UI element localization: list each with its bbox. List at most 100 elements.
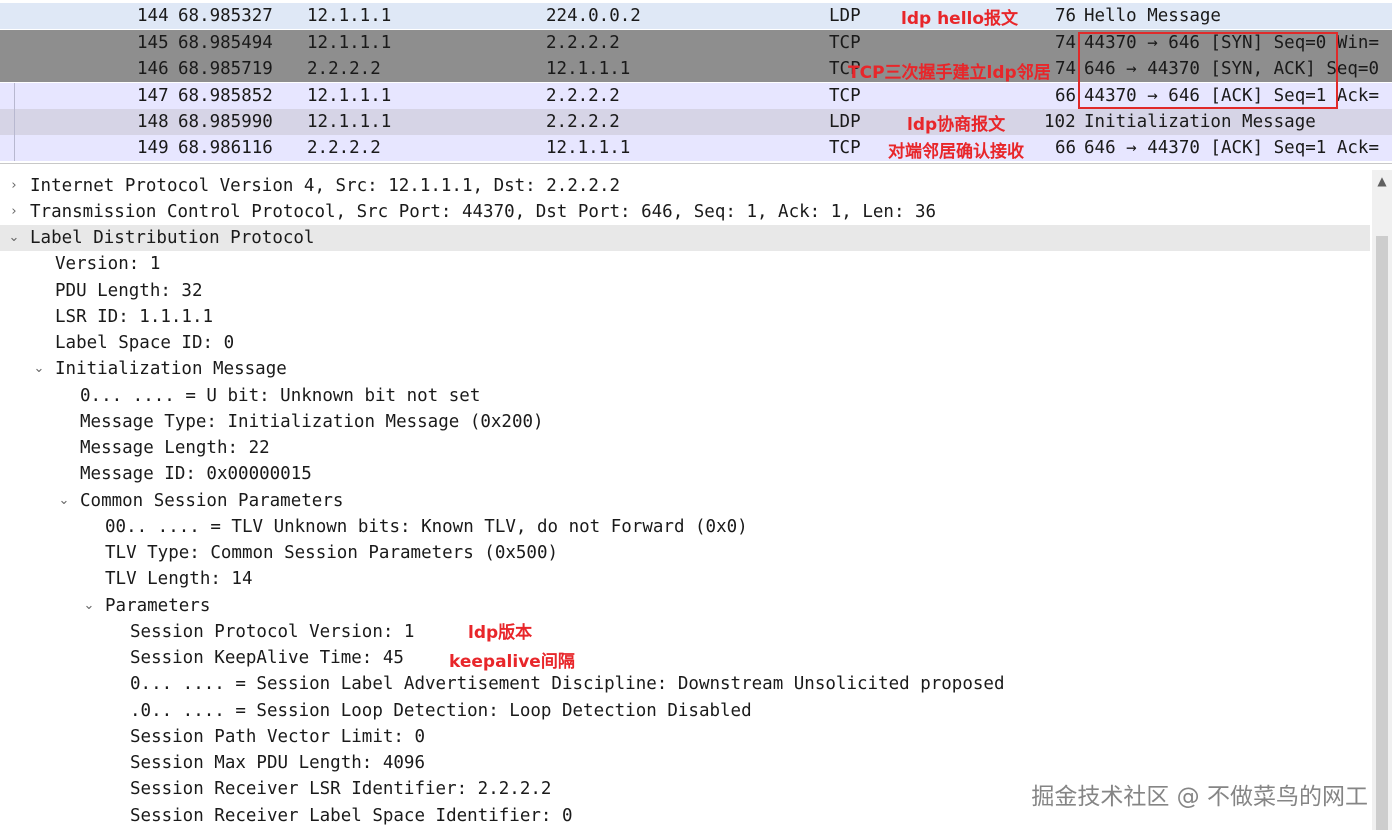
tree-item[interactable]: Message Length: 22 [0, 435, 1370, 461]
tree-parameters[interactable]: ⌄ Parameters [0, 593, 1370, 619]
tree-text: Label Distribution Protocol [30, 228, 315, 248]
packet-time: 68.985990 [178, 112, 273, 132]
tree-item[interactable]: Session Max PDU Length: 4096 [0, 750, 1370, 776]
packet-dst: 224.0.0.2 [546, 6, 641, 26]
tree-text: Version: 1 [55, 254, 161, 274]
packet-len: 66 [1055, 86, 1077, 106]
packet-details: › Internet Protocol Version 4, Src: 12.1… [0, 170, 1392, 830]
tree-text: TLV Length: 14 [105, 569, 253, 589]
packet-dst: 12.1.1.1 [546, 138, 631, 158]
packet-no: 145 [137, 33, 169, 53]
tree-item[interactable]: TLV Type: Common Session Parameters (0x5… [0, 540, 1370, 566]
tree-item[interactable]: 0... .... = Session Label Advertisement … [0, 671, 1370, 697]
packet-len: 74 [1055, 59, 1077, 79]
packet-time: 68.985852 [178, 86, 273, 106]
tree-text: Message ID: 0x00000015 [80, 464, 312, 484]
tree-text: Session Path Vector Limit: 0 [130, 727, 426, 747]
packet-len: 74 [1055, 33, 1077, 53]
collapse-arrow-icon[interactable]: ⌄ [7, 225, 21, 251]
packet-src: 2.2.2.2 [307, 59, 381, 79]
packet-src: 12.1.1.1 [307, 86, 392, 106]
tree-item[interactable]: Version: 1 [0, 251, 1370, 277]
tree-item[interactable]: 00.. .... = TLV Unknown bits: Known TLV,… [0, 514, 1370, 540]
tree-text: .0.. .... = Session Loop Detection: Loop… [130, 701, 752, 721]
tree-init-message[interactable]: ⌄ Initialization Message [0, 356, 1370, 382]
tree-text: Transmission Control Protocol, Src Port:… [30, 202, 937, 222]
tree-text: Message Length: 22 [80, 438, 270, 458]
annotation-version: ldp版本 [468, 623, 533, 643]
packet-info: Hello Message [1084, 6, 1221, 26]
packet-time: 68.986116 [178, 138, 273, 158]
packet-time: 68.985494 [178, 33, 273, 53]
tree-text: Session Max PDU Length: 4096 [130, 753, 426, 773]
packet-proto: TCP [829, 138, 861, 158]
packet-src: 12.1.1.1 [307, 33, 392, 53]
packet-len: 66 [1055, 138, 1077, 158]
packet-src: 12.1.1.1 [307, 6, 392, 26]
row-gutter [0, 135, 16, 161]
packet-proto: TCP [829, 33, 861, 53]
tree-ip[interactable]: › Internet Protocol Version 4, Src: 12.1… [0, 173, 1370, 199]
scrollbar-thumb[interactable] [1376, 236, 1388, 830]
packet-proto: TCP [829, 86, 861, 106]
tree-tcp[interactable]: › Transmission Control Protocol, Src Por… [0, 199, 1370, 225]
tree-text: Label Space ID: 0 [55, 333, 235, 353]
expand-arrow-icon[interactable]: › [7, 173, 21, 199]
packet-dst: 2.2.2.2 [546, 33, 620, 53]
tree-item[interactable]: TLV Length: 14 [0, 566, 1370, 592]
packet-time: 68.985327 [178, 6, 273, 26]
packet-no: 144 [137, 6, 169, 26]
tree-item[interactable]: Label Space ID: 0 [0, 330, 1370, 356]
annotation-confirm: 对端邻居确认接收 [888, 142, 1024, 162]
packet-row-144[interactable]: 144 68.985327 12.1.1.1 224.0.0.2 LDP 76 … [0, 3, 1392, 29]
packet-len: 76 [1055, 6, 1077, 26]
tree-text: Session KeepAlive Time: 45 [130, 648, 404, 668]
annotation-hello: ldp hello报文 [901, 9, 1019, 29]
tree-item[interactable]: PDU Length: 32 [0, 278, 1370, 304]
tree-text: Internet Protocol Version 4, Src: 12.1.1… [30, 176, 621, 196]
scroll-up-icon[interactable]: ▲ [1372, 174, 1392, 188]
tree-text: Parameters [105, 596, 211, 616]
packet-time: 68.985719 [178, 59, 273, 79]
tree-text: 0... .... = U bit: Unknown bit not set [80, 386, 481, 406]
tree-item[interactable]: .0.. .... = Session Loop Detection: Loop… [0, 698, 1370, 724]
packet-row-149[interactable]: 149 68.986116 2.2.2.2 12.1.1.1 TCP 66 64… [0, 135, 1392, 161]
packet-no: 147 [137, 86, 169, 106]
packet-src: 12.1.1.1 [307, 112, 392, 132]
packet-src: 2.2.2.2 [307, 138, 381, 158]
tree-text: Initialization Message [55, 359, 287, 379]
tree-item[interactable]: LSR ID: 1.1.1.1 [0, 304, 1370, 330]
packet-dst: 2.2.2.2 [546, 112, 620, 132]
packet-len: 102 [1044, 112, 1076, 132]
annotation-keepalive: keepalive间隔 [449, 652, 575, 672]
tree-item[interactable]: Message Type: Initialization Message (0x… [0, 409, 1370, 435]
collapse-arrow-icon[interactable]: ⌄ [57, 488, 71, 514]
packet-list: 144 68.985327 12.1.1.1 224.0.0.2 LDP 76 … [0, 0, 1392, 164]
packet-dst: 2.2.2.2 [546, 86, 620, 106]
tree-text: Session Receiver LSR Identifier: 2.2.2.2 [130, 779, 552, 799]
tree-item[interactable]: Session Protocol Version: 1 [0, 619, 1370, 645]
packet-proto: LDP [829, 112, 861, 132]
collapse-arrow-icon[interactable]: ⌄ [82, 593, 96, 619]
tree-item[interactable]: Session KeepAlive Time: 45 [0, 645, 1370, 671]
annotation-handshake: TCP三次握手建立ldp邻居 [848, 63, 1051, 83]
packet-proto: LDP [829, 6, 861, 26]
collapse-arrow-icon[interactable]: ⌄ [32, 356, 46, 382]
tree-item[interactable]: Message ID: 0x00000015 [0, 461, 1370, 487]
packet-info: 646 → 44370 [ACK] Seq=1 Ack= [1084, 138, 1380, 158]
tree-text: Session Protocol Version: 1 [130, 622, 415, 642]
tree-ldp[interactable]: ⌄ Label Distribution Protocol [0, 225, 1370, 251]
watermark: 掘金技术社区 @ 不做菜鸟的网工 [1031, 784, 1368, 810]
row-gutter [0, 83, 16, 109]
tree-text: Common Session Parameters [80, 491, 344, 511]
tree-item[interactable]: Session Path Vector Limit: 0 [0, 724, 1370, 750]
tree-common-session-params[interactable]: ⌄ Common Session Parameters [0, 488, 1370, 514]
tree-text: PDU Length: 32 [55, 281, 203, 301]
tree-item[interactable]: 0... .... = U bit: Unknown bit not set [0, 383, 1370, 409]
details-scrollbar[interactable]: ▲ [1372, 170, 1392, 830]
handshake-highlight-box [1078, 32, 1338, 109]
tree-text: TLV Type: Common Session Parameters (0x5… [105, 543, 559, 563]
packet-row-148[interactable]: 148 68.985990 12.1.1.1 2.2.2.2 LDP 102 I… [0, 109, 1392, 135]
expand-arrow-icon[interactable]: › [7, 199, 21, 225]
tree-text: Session Receiver Label Space Identifier:… [130, 806, 573, 826]
